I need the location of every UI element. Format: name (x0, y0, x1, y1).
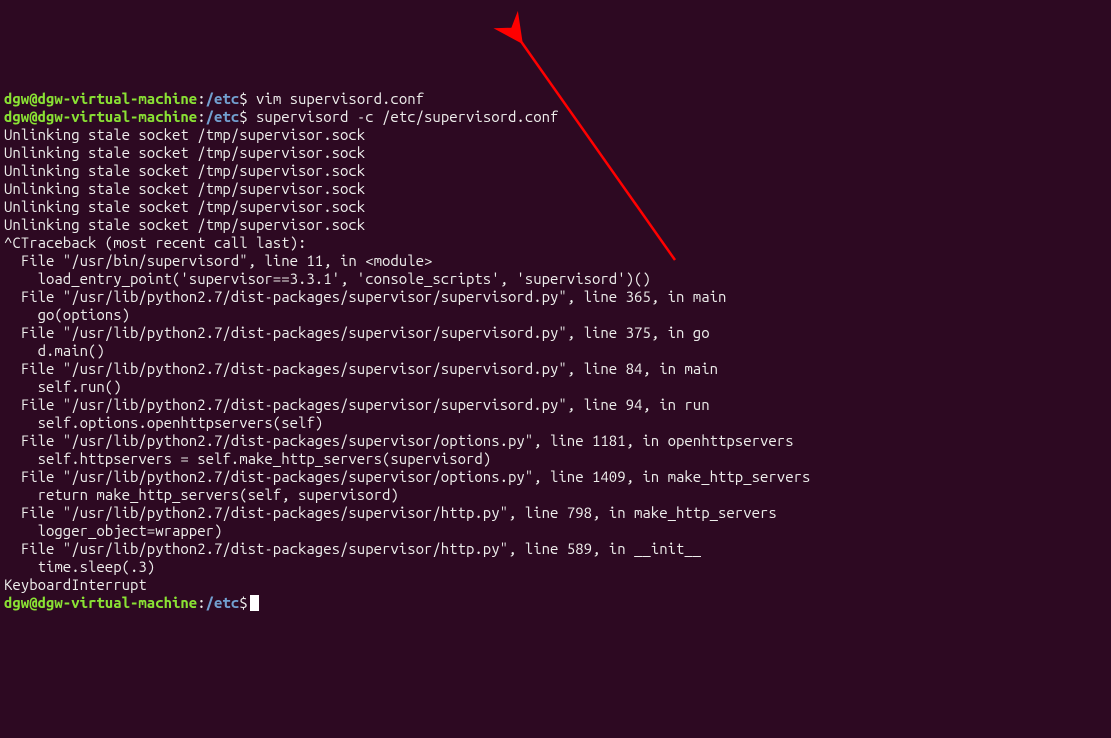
prompt-user: dgw@dgw-virtual-machine (4, 108, 197, 125)
traceback-line: self.options.openhttpservers(self) (4, 414, 323, 431)
traceback-line: logger_object=wrapper) (4, 522, 222, 539)
traceback-head: ^CTraceback (most recent call last): (4, 234, 306, 251)
output-line: Unlinking stale socket /tmp/supervisor.s… (4, 144, 365, 161)
traceback-line: self.httpservers = self.make_http_server… (4, 450, 491, 467)
traceback-line: File "/usr/lib/python2.7/dist-packages/s… (4, 360, 718, 377)
cursor-icon (250, 595, 259, 611)
prompt-path: /etc (206, 108, 240, 125)
prompt-line: dgw@dgw-virtual-machine:/etc$ supervisor… (4, 108, 558, 125)
traceback-line: File "/usr/bin/supervisord", line 11, in… (4, 252, 432, 269)
traceback-line: File "/usr/lib/python2.7/dist-packages/s… (4, 396, 710, 413)
output-line: Unlinking stale socket /tmp/supervisor.s… (4, 216, 365, 233)
traceback-line: File "/usr/lib/python2.7/dist-packages/s… (4, 432, 794, 449)
terminal-output[interactable]: dgw@dgw-virtual-machine:/etc$ vim superv… (0, 72, 1111, 612)
traceback-line: File "/usr/lib/python2.7/dist-packages/s… (4, 504, 777, 521)
prompt-line[interactable]: dgw@dgw-virtual-machine:/etc$ (4, 594, 259, 611)
traceback-line: File "/usr/lib/python2.7/dist-packages/s… (4, 468, 810, 485)
keyboard-interrupt: KeyboardInterrupt (4, 576, 147, 593)
output-line: Unlinking stale socket /tmp/supervisor.s… (4, 198, 365, 215)
traceback-line: go(options) (4, 306, 130, 323)
prompt-user: dgw@dgw-virtual-machine (4, 90, 197, 107)
command-text: supervisord -c /etc/supervisord.conf (256, 108, 558, 125)
traceback-line: d.main() (4, 342, 105, 359)
traceback-line: load_entry_point('supervisor==3.3.1', 'c… (4, 270, 651, 287)
traceback-line: time.sleep(.3) (4, 558, 155, 575)
prompt-user: dgw@dgw-virtual-machine (4, 594, 197, 611)
output-line: Unlinking stale socket /tmp/supervisor.s… (4, 162, 365, 179)
traceback-line: File "/usr/lib/python2.7/dist-packages/s… (4, 324, 710, 341)
traceback-line: self.run() (4, 378, 122, 395)
output-line: Unlinking stale socket /tmp/supervisor.s… (4, 126, 365, 143)
traceback-line: File "/usr/lib/python2.7/dist-packages/s… (4, 288, 726, 305)
prompt-path: /etc (206, 594, 240, 611)
output-line: Unlinking stale socket /tmp/supervisor.s… (4, 180, 365, 197)
traceback-line: return make_http_servers(self, superviso… (4, 486, 399, 503)
prompt-path: /etc (206, 90, 240, 107)
traceback-line: File "/usr/lib/python2.7/dist-packages/s… (4, 540, 701, 557)
truncated-line: dgw@dgw-virtual-machine:/etc$ vim superv… (4, 90, 424, 107)
